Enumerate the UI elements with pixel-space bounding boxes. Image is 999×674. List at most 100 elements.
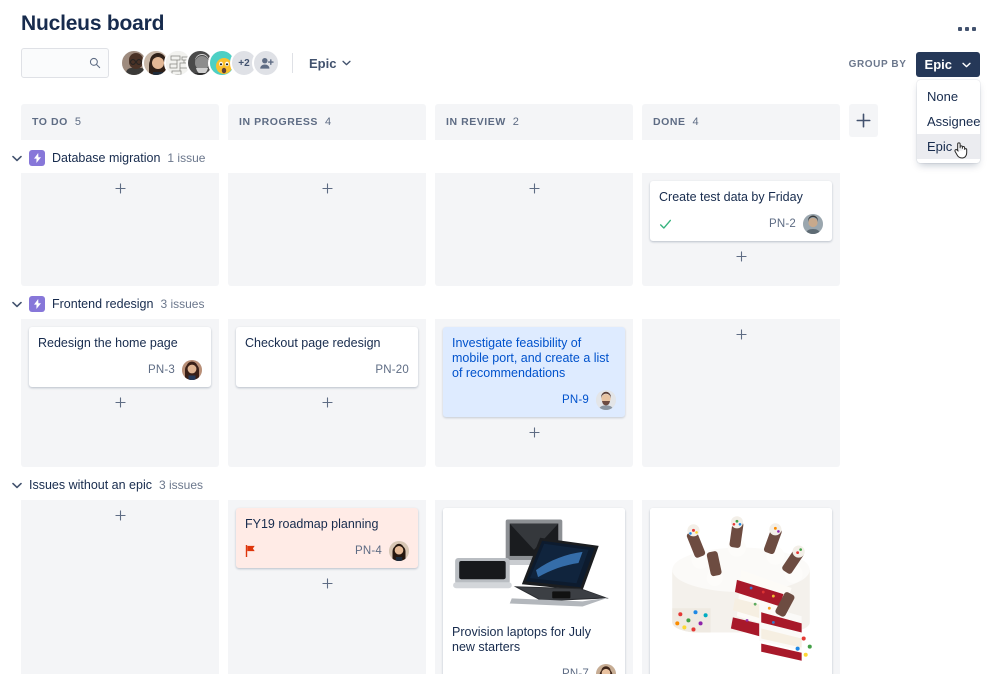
swimlane-title: Frontend redesign: [52, 297, 154, 311]
avatar[interactable]: [596, 664, 616, 674]
add-card-button[interactable]: [29, 175, 211, 201]
column-name: DONE: [653, 116, 686, 128]
add-card-button[interactable]: [236, 570, 418, 596]
lane-column-done[interactable]: Create test data by Friday PN-2: [642, 173, 840, 286]
issue-key: PN-3: [147, 364, 175, 376]
swimlane-body-no-epic: FY19 roadmap planning PN-4 Provision lap…: [21, 500, 978, 674]
toolbar-divider: [292, 53, 293, 73]
issue-card-title: FY19 roadmap planning: [245, 517, 379, 531]
board-toolbar: +2 Epic: [21, 48, 357, 78]
chevron-down-icon[interactable]: [12, 301, 22, 308]
add-card-button[interactable]: [29, 389, 211, 415]
add-person-button[interactable]: [252, 49, 280, 77]
issue-card[interactable]: Checkout page redesign PN-20: [236, 327, 418, 387]
issue-card-footer: PN-3: [38, 360, 202, 380]
issue-card[interactable]: Investigate feasibility of mobile port, …: [443, 327, 625, 417]
add-card-button[interactable]: [650, 243, 832, 269]
plus-icon: [321, 396, 333, 408]
column-header-todo: TO DO 5: [21, 104, 219, 140]
lane-column-todo[interactable]: [21, 173, 219, 286]
avatar[interactable]: [596, 390, 616, 410]
more-horizontal-icon: [965, 27, 969, 31]
chevron-down-icon[interactable]: [12, 155, 22, 162]
avatar[interactable]: [803, 214, 823, 234]
column-name: IN PROGRESS: [239, 116, 318, 128]
swimlane-header-frontend-redesign[interactable]: Frontend redesign 3 issues: [0, 286, 999, 319]
epic-bolt-icon: [29, 150, 45, 166]
issue-card-footer: PN-20: [245, 360, 409, 380]
issue-card[interactable]: Redesign the home page PN-3: [29, 327, 211, 387]
column-count: 4: [324, 116, 332, 128]
lane-column-done[interactable]: [642, 319, 840, 467]
swimlane-header-no-epic[interactable]: Issues without an epic 3 issues: [0, 467, 999, 500]
column-header-inreview: IN REVIEW 2: [435, 104, 633, 140]
laptops-photo: [443, 508, 625, 616]
lane-column-todo[interactable]: [21, 500, 219, 674]
menu-item-assignee[interactable]: Assignee: [917, 109, 980, 134]
avatar[interactable]: [389, 541, 409, 561]
avatar[interactable]: [182, 360, 202, 380]
group-by-label: GROUP BY: [848, 59, 907, 70]
add-card-button[interactable]: [650, 321, 832, 347]
search-input[interactable]: [22, 49, 108, 77]
issue-key: PN-7: [561, 668, 589, 674]
task-check-icon: [659, 219, 672, 229]
group-by-control: GROUP BY Epic: [849, 52, 980, 77]
issue-card[interactable]: Provision laptops for July new starters …: [443, 508, 625, 674]
chevron-down-icon: [342, 60, 352, 66]
lane-column-inprogress[interactable]: Checkout page redesign PN-20: [228, 319, 426, 467]
lane-column-inreview[interactable]: [435, 173, 633, 286]
lane-column-inprogress[interactable]: FY19 roadmap planning PN-4: [228, 500, 426, 674]
swimlane-body-frontend-redesign: Redesign the home page PN-3 Checkout pag…: [21, 319, 978, 467]
plus-icon: [856, 113, 871, 128]
epic-filter-button[interactable]: Epic: [303, 52, 357, 75]
more-horizontal-icon: [972, 27, 976, 31]
add-column-button[interactable]: [849, 104, 878, 137]
issue-card[interactable]: FY19 roadmap planning PN-4: [236, 508, 418, 568]
add-card-button[interactable]: [443, 419, 625, 445]
issue-key: PN-20: [375, 364, 409, 376]
issue-key: PN-4: [354, 545, 382, 557]
issue-card-footer: PN-2: [659, 214, 823, 234]
menu-item-none[interactable]: None: [917, 84, 980, 109]
more-horizontal-icon: [958, 27, 962, 31]
chevron-down-icon: [962, 62, 971, 67]
epic-bolt-icon: [29, 296, 45, 312]
add-card-button[interactable]: [236, 175, 418, 201]
plus-icon: [321, 577, 333, 589]
more-options-button[interactable]: [954, 18, 980, 40]
swimlane-header-database-migration[interactable]: Database migration 1 issue: [0, 140, 999, 173]
chevron-down-icon[interactable]: [12, 482, 22, 489]
group-by-selected-value: Epic: [924, 57, 952, 72]
plus-icon: [528, 426, 540, 438]
group-by-button[interactable]: Epic: [915, 52, 980, 77]
lane-column-inreview[interactable]: Investigate feasibility of mobile port, …: [435, 319, 633, 467]
plus-icon: [321, 182, 333, 194]
lane-column-inprogress[interactable]: [228, 173, 426, 286]
lane-column-done[interactable]: Buy a cake to celebrate the team's FY18 …: [642, 500, 840, 674]
issue-card-footer: PN-4: [245, 541, 409, 561]
issue-card[interactable]: Buy a cake to celebrate the team's FY18 …: [650, 508, 832, 674]
plus-icon: [735, 250, 747, 262]
kanban-board: TO DO 5 IN PROGRESS 4 IN REVIEW 2 DONE 4…: [0, 104, 999, 674]
plus-icon: [528, 182, 540, 194]
issue-key: PN-2: [768, 218, 796, 230]
menu-item-epic[interactable]: Epic: [917, 134, 980, 159]
column-count: 2: [512, 116, 519, 128]
add-card-button[interactable]: [29, 502, 211, 528]
lane-column-todo[interactable]: Redesign the home page PN-3: [21, 319, 219, 467]
group-by-dropdown-menu: None Assignee Epic: [917, 80, 980, 163]
issue-card-title: Redesign the home page: [38, 336, 178, 350]
swimlane-title: Issues without an epic: [29, 478, 152, 492]
swimlane-issue-count: 1 issue: [167, 151, 206, 165]
column-name: IN REVIEW: [446, 116, 506, 128]
issue-card[interactable]: Create test data by Friday PN-2: [650, 181, 832, 241]
lane-column-inreview[interactable]: Provision laptops for July new starters …: [435, 500, 633, 674]
issue-card-title: Create test data by Friday: [659, 190, 803, 204]
add-card-button[interactable]: [236, 389, 418, 415]
issue-card-footer: PN-9: [452, 390, 616, 410]
add-card-button[interactable]: [443, 175, 625, 201]
search-box[interactable]: [21, 48, 109, 78]
epic-filter-label: Epic: [309, 55, 337, 71]
plus-icon: [114, 396, 126, 408]
